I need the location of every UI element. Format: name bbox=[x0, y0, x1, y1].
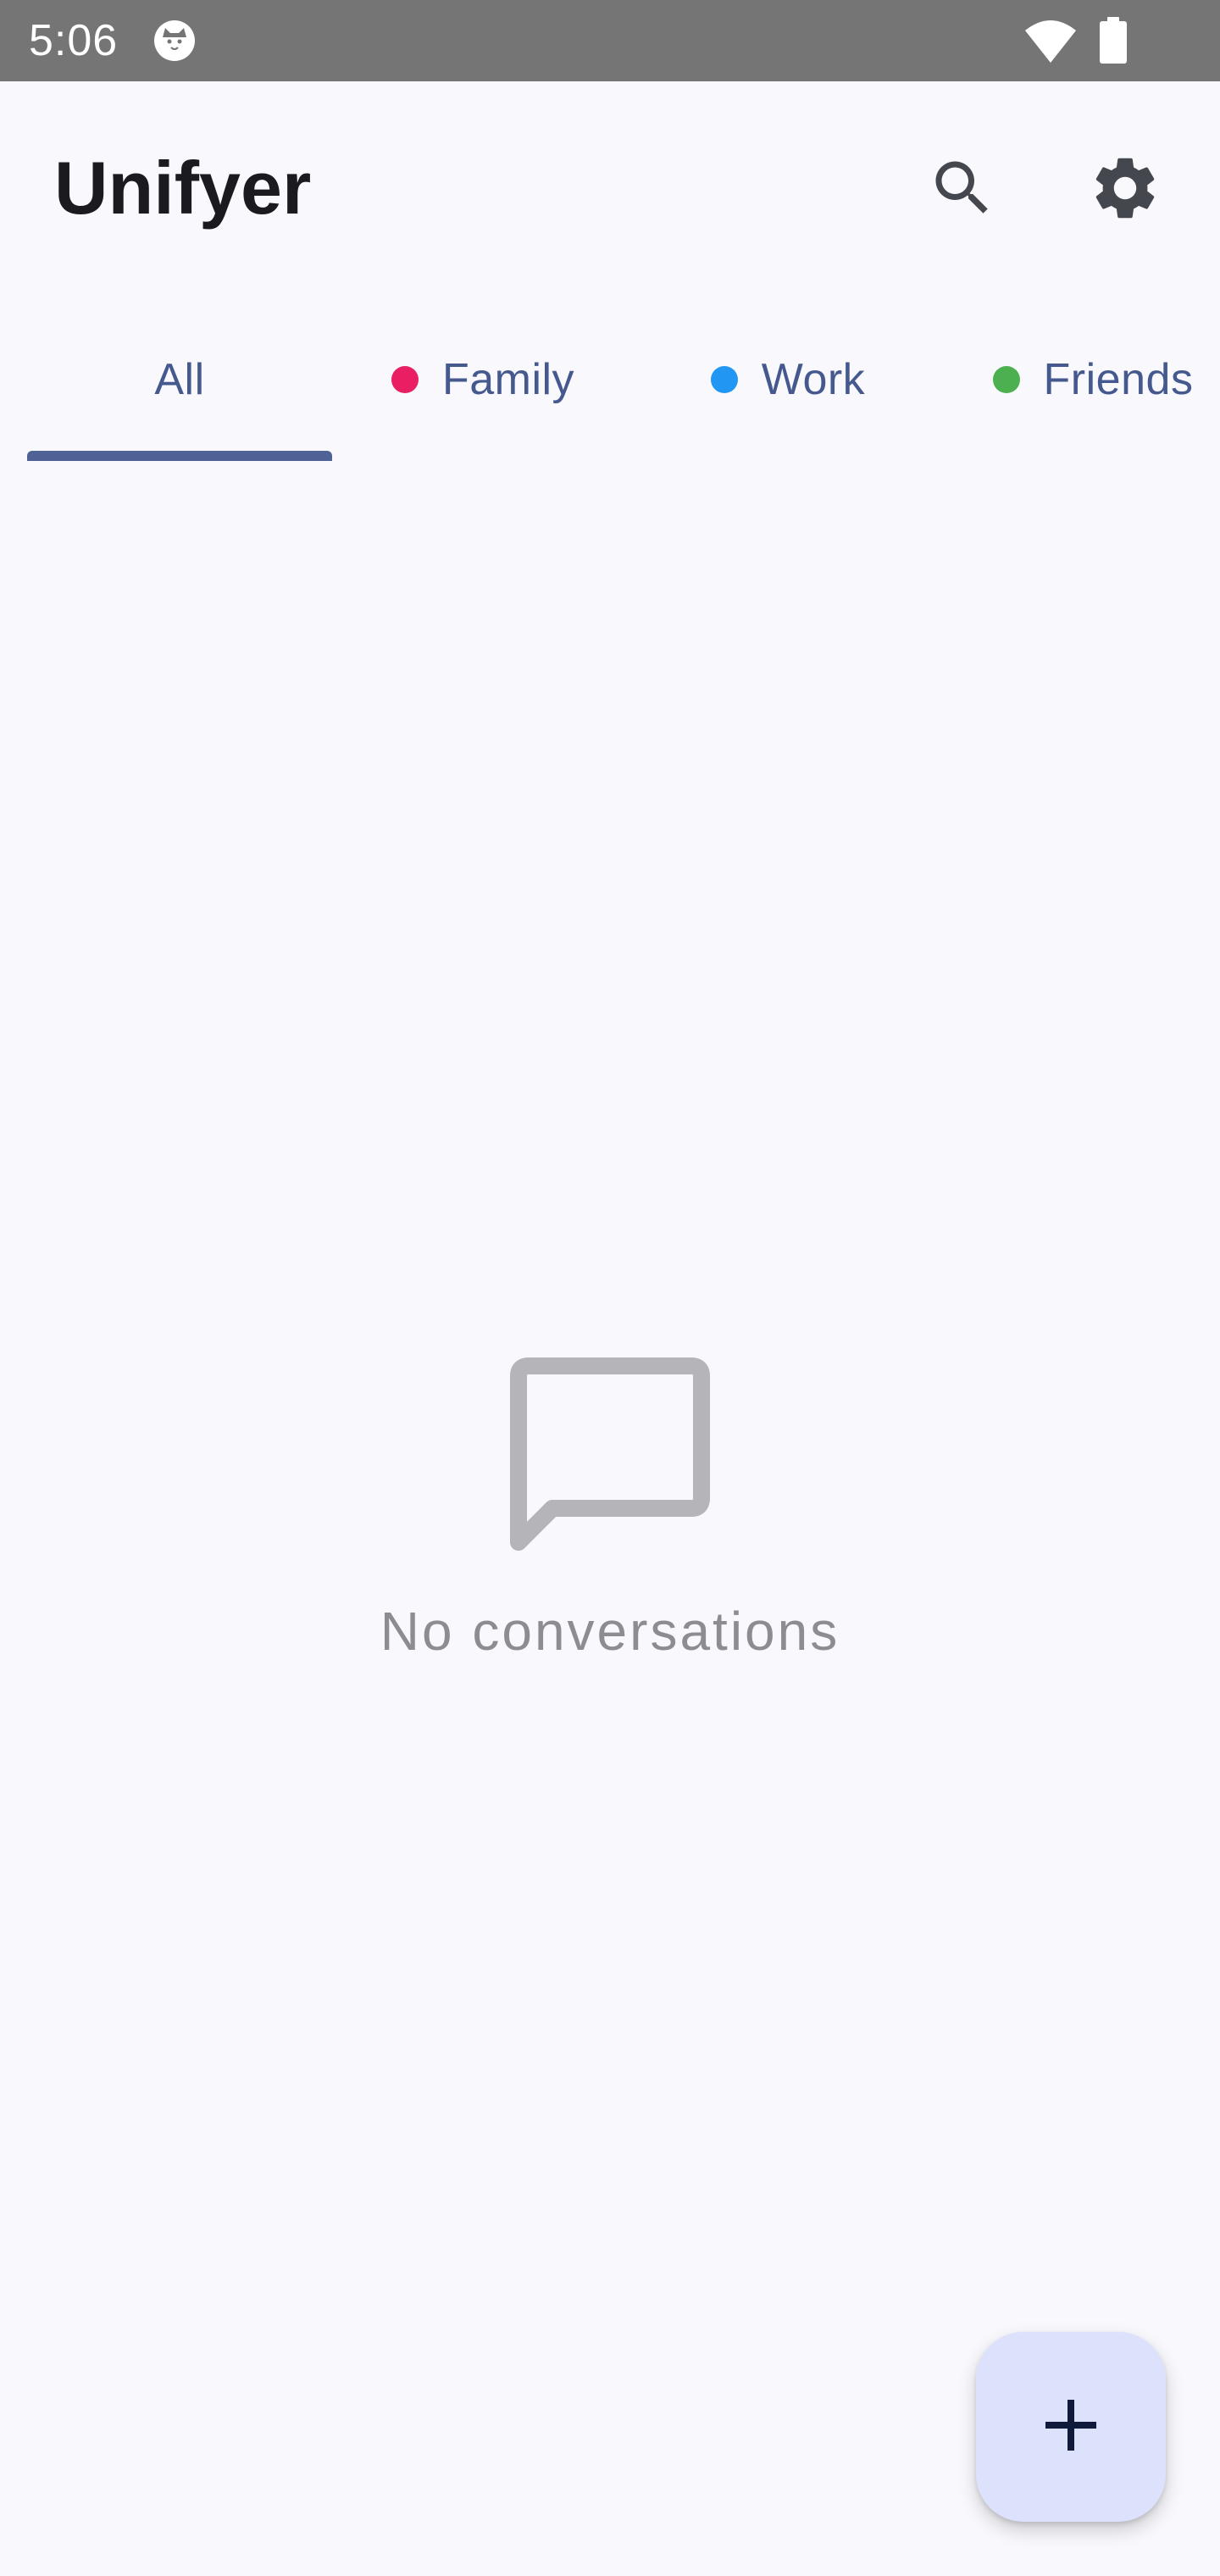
status-time: 5:06 bbox=[29, 16, 119, 65]
friends-color-dot bbox=[992, 366, 1020, 393]
tab-label: All bbox=[154, 355, 205, 404]
top-app-bar: Unifyer bbox=[0, 81, 1220, 298]
tab-all[interactable]: All bbox=[27, 298, 332, 461]
gear-icon bbox=[1088, 151, 1162, 230]
empty-state: No conversations bbox=[0, 1356, 1220, 1695]
tab-label: Work bbox=[761, 355, 866, 404]
tab-family[interactable]: Family bbox=[356, 298, 610, 461]
search-icon bbox=[927, 153, 998, 228]
work-color-dot bbox=[710, 366, 738, 393]
plus-icon bbox=[1044, 2398, 1098, 2457]
tab-friends[interactable]: Friends bbox=[966, 298, 1220, 461]
tab-work[interactable]: Work bbox=[678, 298, 898, 461]
chat-bubble-icon bbox=[508, 1356, 712, 1559]
cat-face-icon bbox=[152, 19, 197, 63]
wifi-icon bbox=[1023, 17, 1078, 64]
settings-button[interactable] bbox=[1074, 139, 1176, 241]
app-title: Unifyer bbox=[54, 146, 312, 230]
battery-icon bbox=[1098, 17, 1128, 64]
status-bar: 5:06 bbox=[0, 0, 1220, 81]
family-color-dot bbox=[391, 366, 419, 393]
search-button[interactable] bbox=[912, 139, 1013, 241]
filter-tabs: All Family Work Friends bbox=[0, 298, 1220, 461]
tab-label: Friends bbox=[1043, 355, 1194, 404]
empty-state-message: No conversations bbox=[380, 1601, 840, 1662]
selected-tab-indicator bbox=[27, 451, 332, 461]
tab-label: Family bbox=[441, 355, 575, 404]
new-conversation-button[interactable] bbox=[976, 2332, 1166, 2522]
